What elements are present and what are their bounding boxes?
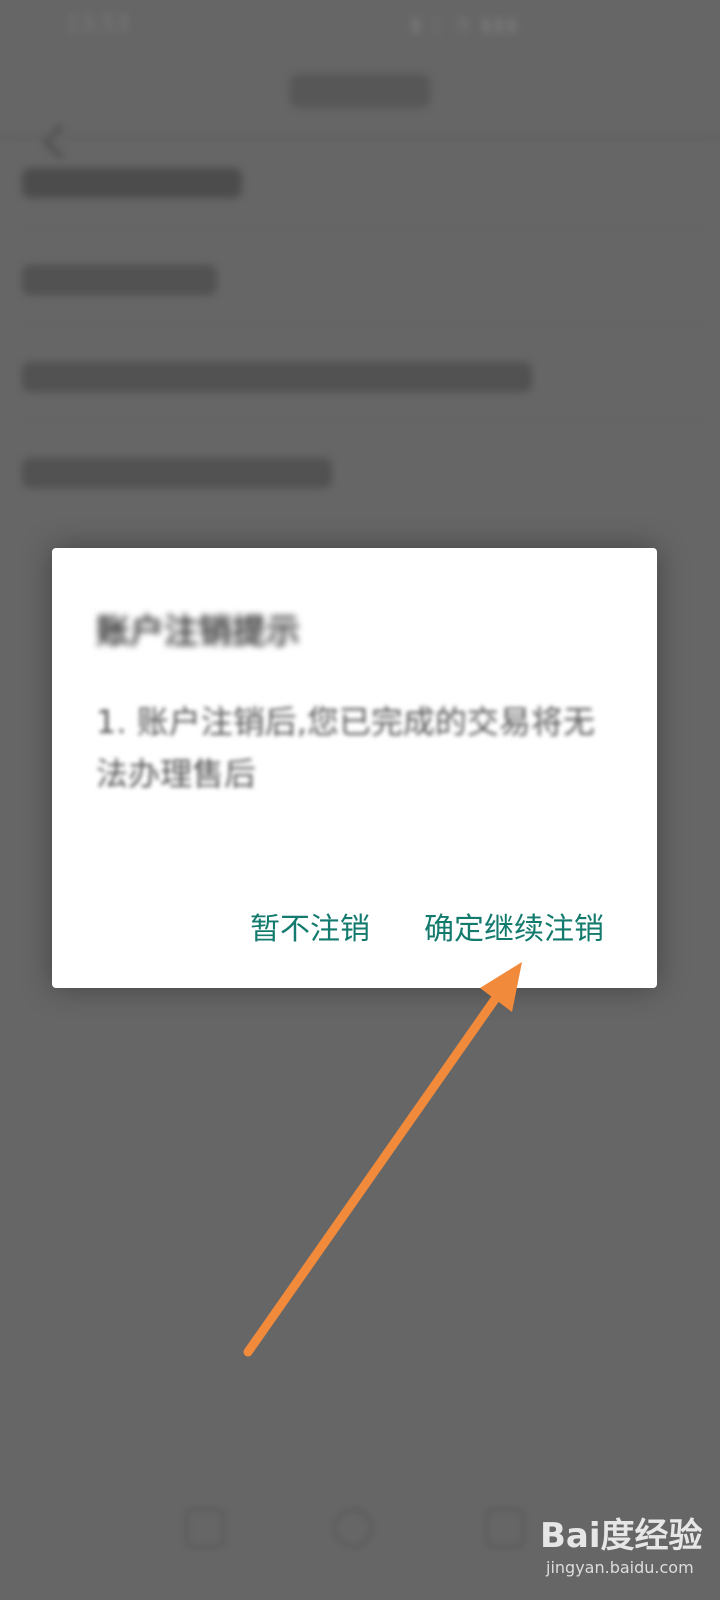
list-item [22,168,242,198]
watermark-logo: Bai度经验 [540,1516,703,1556]
status-time: 13:53 [66,12,130,37]
list-item [22,458,332,488]
header-divider [0,136,720,138]
home-icon[interactable] [333,1508,373,1548]
status-icons: ▮ ▯ ◔ ▮▮▮ [410,12,520,36]
baidu-jingyan-watermark: Bai度经验 jingyan.baidu.com [540,1508,710,1588]
list-item [22,362,532,392]
cancel-button[interactable]: 暂不注销 [250,904,370,948]
page-title [290,74,430,108]
watermark-url: jingyan.baidu.com [546,1558,694,1577]
dialog-title: 账户注销提示 [96,612,300,652]
list-item [22,265,217,295]
chevron-left-icon[interactable] [40,122,70,162]
divider [22,422,702,423]
status-bar: 13:53 ▮ ▯ ◔ ▮▮▮ [0,0,720,52]
recent-apps-icon[interactable] [185,1508,225,1548]
divider [22,326,702,327]
divider [22,228,702,229]
back-nav-icon[interactable] [485,1508,525,1548]
account-deletion-dialog: 账户注销提示 1. 账户注销后,您已完成的交易将无法办理售后 暂不注销 确定继续… [52,548,657,988]
dialog-message: 1. 账户注销后,您已完成的交易将无法办理售后 [96,703,595,793]
confirm-delete-button[interactable]: 确定继续注销 [424,904,604,948]
